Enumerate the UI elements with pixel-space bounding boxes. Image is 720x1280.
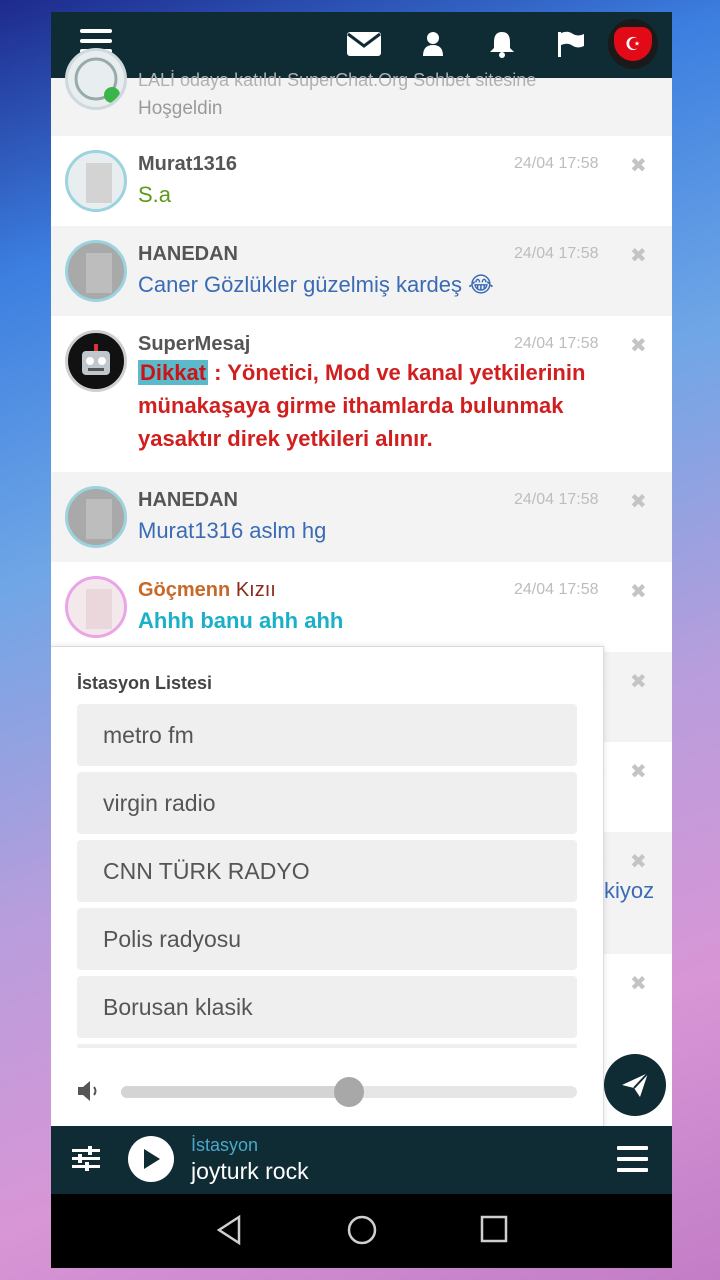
timestamp: 24/04 17:58 bbox=[514, 155, 599, 172]
timestamp: 24/04 17:58 bbox=[514, 335, 599, 352]
user-icon[interactable] bbox=[413, 26, 453, 62]
profile-avatar[interactable]: ☪ bbox=[608, 19, 658, 69]
play-button[interactable] bbox=[128, 1136, 174, 1182]
message-text: Ahhh banu ahh ahh bbox=[138, 608, 344, 633]
station-label: İstasyon bbox=[191, 1135, 259, 1155]
warning-message: Dikkat : Yönetici, Mod ve kanal yetkiler… bbox=[138, 356, 628, 455]
close-icon[interactable]: ✖ bbox=[630, 333, 647, 358]
volume-icon[interactable] bbox=[76, 1078, 102, 1109]
home-icon[interactable] bbox=[346, 1214, 378, 1251]
nick[interactable]: Murat1316 bbox=[138, 153, 237, 176]
robot-avatar[interactable] bbox=[65, 330, 127, 392]
close-icon[interactable]: ✖ bbox=[630, 759, 647, 784]
timestamp: 24/04 17:58 bbox=[514, 245, 599, 262]
player-bar: İstasyon joyturk rock bbox=[51, 1126, 672, 1194]
volume-fill bbox=[121, 1086, 349, 1098]
nick-part: Göçmenn bbox=[138, 579, 231, 601]
message-text: kiyoz bbox=[604, 878, 655, 903]
close-icon[interactable]: ✖ bbox=[630, 489, 647, 514]
nick[interactable]: Göçmenn Kızıı bbox=[138, 579, 276, 602]
play-icon bbox=[144, 1149, 160, 1169]
message-text: S.a bbox=[138, 182, 172, 207]
back-icon[interactable] bbox=[215, 1214, 243, 1251]
message-text: Hoşgeldin bbox=[138, 98, 223, 119]
close-icon[interactable]: ✖ bbox=[630, 243, 647, 268]
avatar[interactable] bbox=[65, 576, 127, 638]
envelope-icon[interactable] bbox=[344, 26, 384, 62]
bell-icon[interactable] bbox=[482, 26, 522, 62]
close-icon[interactable]: ✖ bbox=[630, 849, 647, 874]
phone-screen: ☪ LALİ odaya katıldı SuperChat.Org Sohbe… bbox=[51, 12, 672, 1268]
nick[interactable]: HANEDAN bbox=[138, 243, 238, 266]
android-nav-bar bbox=[51, 1194, 672, 1268]
paper-plane-icon bbox=[622, 1072, 649, 1097]
volume-slider[interactable] bbox=[121, 1077, 577, 1107]
top-bar: ☪ bbox=[51, 12, 672, 78]
list-item: HANEDAN 24/04 17:58 ✖ Murat1316 aslm hg bbox=[51, 472, 672, 562]
timestamp: 24/04 17:58 bbox=[514, 491, 599, 508]
message-text: Caner Gözlükler güzelmiş kardeş 😂 bbox=[138, 272, 494, 297]
close-icon[interactable]: ✖ bbox=[630, 579, 647, 604]
timestamp: 24/04 17:58 bbox=[514, 581, 599, 598]
station-item[interactable]: virgin radio bbox=[77, 772, 577, 834]
station-item[interactable]: CNN TÜRK RADYO bbox=[77, 840, 577, 902]
nick[interactable]: SuperMesaj bbox=[138, 333, 250, 356]
avatar[interactable] bbox=[65, 150, 127, 212]
list-item: HANEDAN 24/04 17:58 ✖ Caner Gözlükler gü… bbox=[51, 226, 672, 316]
station-list-panel: İstasyon Listesi metro fm virgin radio C… bbox=[51, 646, 604, 1127]
recents-icon[interactable] bbox=[479, 1214, 509, 1249]
nick[interactable]: HANEDAN bbox=[138, 489, 238, 512]
list-item: SuperMesaj 24/04 17:58 ✖ Dikkat : Yöneti… bbox=[51, 316, 672, 472]
list-item: Murat1316 24/04 17:58 ✖ S.a bbox=[51, 136, 672, 226]
avatar[interactable] bbox=[65, 240, 127, 302]
panel-title: İstasyon Listesi bbox=[77, 673, 213, 693]
close-icon[interactable]: ✖ bbox=[630, 669, 647, 694]
close-icon[interactable]: ✖ bbox=[630, 971, 647, 996]
message-text: Murat1316 aslm hg bbox=[138, 518, 327, 543]
flag-icon[interactable] bbox=[551, 26, 591, 62]
close-icon[interactable]: ✖ bbox=[630, 153, 647, 178]
playlist-menu-icon[interactable] bbox=[617, 1146, 648, 1172]
nick-part: Kızıı bbox=[235, 579, 276, 601]
system-avatar bbox=[65, 48, 127, 110]
avatar[interactable] bbox=[65, 486, 127, 548]
send-button[interactable] bbox=[604, 1054, 666, 1116]
list-item: LALİ odaya katıldı SuperChat.Org Sohbet … bbox=[51, 48, 672, 136]
station-item[interactable]: metro fm bbox=[77, 704, 577, 766]
current-station-name: joyturk rock bbox=[191, 1158, 309, 1184]
warning-tag: Dikkat bbox=[138, 360, 209, 385]
station-item[interactable]: Polis radyosu bbox=[77, 908, 577, 970]
volume-thumb[interactable] bbox=[334, 1077, 364, 1107]
turkey-flag-icon: ☪ bbox=[614, 27, 652, 61]
station-item[interactable]: Borusan klasik bbox=[77, 976, 577, 1038]
equalizer-icon[interactable] bbox=[71, 1144, 101, 1179]
station-item-partial bbox=[77, 1044, 577, 1048]
list-item: Göçmenn Kızıı 24/04 17:58 ✖ Ahhh banu ah… bbox=[51, 562, 672, 652]
message-text: LALİ odaya katıldı SuperChat.Org Sohbet … bbox=[138, 70, 537, 90]
